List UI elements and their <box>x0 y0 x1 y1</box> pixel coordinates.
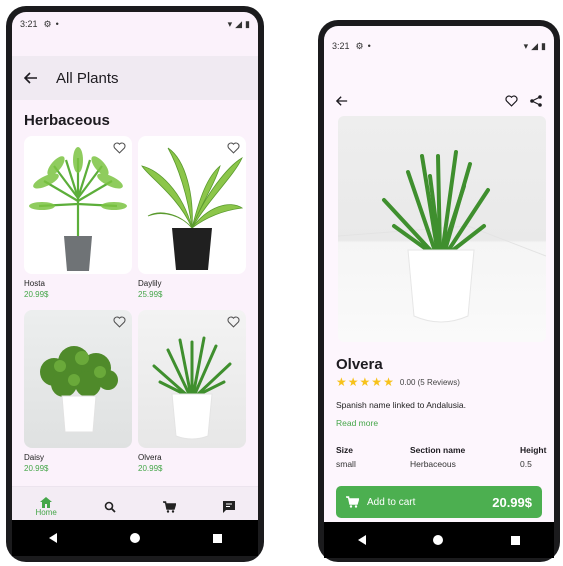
add-to-cart-button[interactable]: Add to cart 20.99$ <box>336 486 542 518</box>
product-image-daylily <box>138 136 246 274</box>
product-name: Daylily <box>138 279 162 288</box>
signal-icon: ◢ <box>235 18 243 29</box>
status-bar: 3:21 ⚙ • ▾ ◢ ▮ <box>12 12 258 36</box>
product-image-daisy <box>24 310 132 448</box>
left-phone-frame: 3:21 ⚙ • ▾ ◢ ▮ All Plants Herbaceous Hos… <box>6 6 264 562</box>
star-icon: ★ <box>383 375 394 389</box>
product-card[interactable]: Daisy 20.99$ <box>24 310 132 473</box>
left-screen: 3:21 ⚙ • ▾ ◢ ▮ All Plants Herbaceous Hos… <box>12 12 258 520</box>
spec-label: Section name <box>410 445 466 455</box>
signal-icon: ◢ <box>531 40 539 51</box>
product-price: 20.99$ <box>24 464 49 473</box>
detail-header <box>324 86 554 116</box>
spec-value: 0.5 <box>520 459 532 469</box>
battery-icon: ▮ <box>245 18 250 29</box>
app-bar: All Plants <box>12 56 258 100</box>
status-bar: 3:21 ⚙ • ▾ ◢ ▮ <box>324 34 554 58</box>
right-phone-frame: 3:21 ⚙ • ▾ ◢ ▮ Olvera ★ ★ ★ ★ ★ 0.00 (5 … <box>318 20 560 562</box>
spec-value: small <box>336 459 356 469</box>
spec-section: Section name Herbaceous <box>410 445 465 469</box>
heart-outline-icon[interactable] <box>505 95 518 107</box>
add-to-cart-label: Add to cart <box>367 496 416 508</box>
heart-outline-icon[interactable] <box>113 316 126 328</box>
product-image-olvera <box>138 310 246 448</box>
section-title: Herbaceous <box>24 112 110 129</box>
back-arrow-icon[interactable] <box>24 71 38 85</box>
read-more-link[interactable]: Read more <box>336 418 378 428</box>
product-card[interactable]: Daylily 25.99$ <box>138 136 246 299</box>
nav-recent-icon[interactable] <box>511 535 521 545</box>
product-card[interactable]: Olvera 20.99$ <box>138 310 246 473</box>
spec-height: Height 0.5 <box>520 445 546 469</box>
spec-label: Height <box>520 445 547 455</box>
product-name: Hosta <box>24 279 45 288</box>
cart-price: 20.99$ <box>492 494 532 510</box>
chat-icon <box>222 500 235 513</box>
product-image-hosta <box>24 136 132 274</box>
product-price: 20.99$ <box>24 290 49 299</box>
status-time: 3:21 <box>20 19 38 29</box>
cart-icon <box>162 500 176 513</box>
rating-row: ★ ★ ★ ★ ★ 0.00 (5 Reviews) <box>336 376 460 388</box>
heart-outline-icon[interactable] <box>227 142 240 154</box>
star-icon: ★ <box>347 375 359 389</box>
nav-recent-icon[interactable] <box>212 533 222 543</box>
product-price: 25.99$ <box>138 290 163 299</box>
product-name: Olvera <box>138 453 162 462</box>
home-icon <box>40 496 53 508</box>
star-icon: ★ <box>359 375 371 389</box>
cart-icon <box>346 496 359 508</box>
nav-search[interactable] <box>104 501 116 513</box>
page-title: All Plants <box>56 69 119 87</box>
bottom-navigation: Home <box>12 486 258 520</box>
product-title: Olvera <box>336 356 383 373</box>
heart-outline-icon[interactable] <box>113 142 126 154</box>
spec-size: Size small <box>336 445 356 469</box>
nav-chat[interactable] <box>222 500 235 513</box>
nav-home[interactable]: Home <box>35 496 57 517</box>
back-arrow-icon[interactable] <box>336 95 348 107</box>
product-name: Daisy <box>24 453 45 462</box>
system-nav-bar <box>324 522 554 558</box>
wifi-icon: ▾ <box>227 18 233 29</box>
right-screen: 3:21 ⚙ • ▾ ◢ ▮ Olvera ★ ★ ★ ★ ★ 0.00 (5 … <box>324 26 554 526</box>
rating-text: 0.00 (5 Reviews) <box>399 377 460 387</box>
dot-icon: • <box>367 41 371 51</box>
gear-icon: ⚙ <box>43 18 52 29</box>
wifi-icon: ▾ <box>523 40 529 51</box>
share-icon[interactable] <box>530 95 542 107</box>
product-photo-olvera <box>338 116 546 342</box>
nav-home-label: Home <box>35 507 57 517</box>
star-icon: ★ <box>371 375 383 389</box>
dot-icon: • <box>55 19 59 29</box>
nav-cart[interactable] <box>162 500 176 513</box>
nav-back-icon[interactable] <box>357 535 366 545</box>
star-icon: ★ <box>336 375 347 389</box>
spec-value: Herbaceous <box>410 459 456 469</box>
nav-back-icon[interactable] <box>48 533 57 543</box>
gear-icon: ⚙ <box>355 40 364 51</box>
system-nav-bar <box>12 520 258 556</box>
nav-home-circle-icon[interactable] <box>433 535 444 545</box>
heart-outline-icon[interactable] <box>227 316 240 328</box>
nav-home-circle-icon[interactable] <box>129 533 140 543</box>
battery-icon: ▮ <box>541 40 546 51</box>
spec-label: Size <box>336 445 354 455</box>
search-icon <box>104 501 116 513</box>
status-time: 3:21 <box>332 41 350 51</box>
product-description: Spanish name linked to Andalusia. <box>336 400 466 410</box>
product-price: 20.99$ <box>138 464 163 473</box>
product-card[interactable]: Hosta 20.99$ <box>24 136 132 299</box>
